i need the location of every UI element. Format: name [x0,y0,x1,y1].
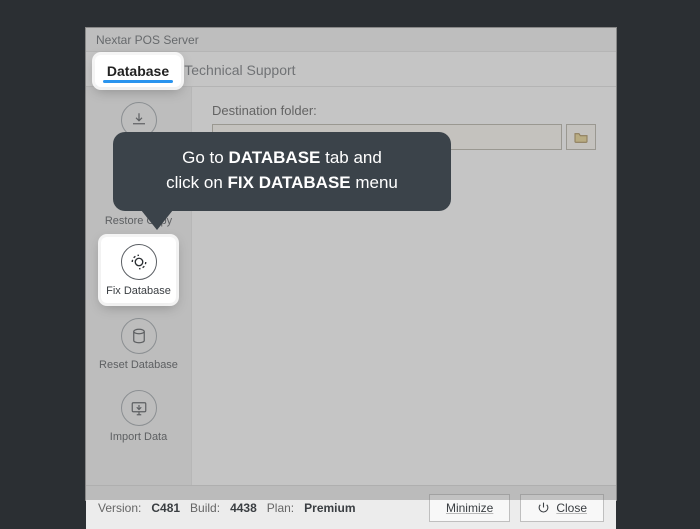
browse-button[interactable] [566,124,596,150]
build-label: Build: [190,501,220,515]
plan-label: Plan: [267,501,294,515]
close-button[interactable]: Close [520,494,604,522]
version-label: Version: [98,501,141,515]
footer: Version: C481 Build: 4438 Plan: Premium … [86,485,616,529]
import-icon [121,390,157,426]
tab-support[interactable]: Technical Support [182,58,297,86]
reset-icon [121,318,157,354]
power-icon [537,501,550,514]
callout-bold: DATABASE [228,148,320,167]
callout-text: tab and [320,148,381,167]
dest-label: Destination folder: [212,103,596,118]
callout-arrow [141,210,173,230]
version-value: C481 [151,501,180,515]
fix-icon [121,244,157,280]
minimize-button[interactable]: Minimize [429,494,510,522]
callout-text: click on [166,173,227,192]
close-label: Close [556,501,587,515]
sidebar-item-reset[interactable]: Reset Database [86,309,191,381]
sidebar-item-import[interactable]: Import Data [86,381,191,453]
callout-bold: FIX DATABASE [228,173,351,192]
window-title: Nextar POS Server [86,28,616,52]
instruction-callout: Go to DATABASE tab and click on FIX DATA… [113,132,451,211]
minimize-label: Minimize [446,501,493,515]
sidebar-label: Reset Database [99,359,178,371]
callout-text: menu [351,173,398,192]
highlight-fix-label: Fix Database [106,285,171,297]
sidebar-label: Import Data [110,431,167,443]
highlight-fix-item: Fix Database [101,237,176,303]
highlight-database-tab: Database [95,55,181,87]
callout-text: Go to [182,148,228,167]
folder-icon [573,130,589,144]
plan-value: Premium [304,501,355,515]
build-value: 4438 [230,501,257,515]
